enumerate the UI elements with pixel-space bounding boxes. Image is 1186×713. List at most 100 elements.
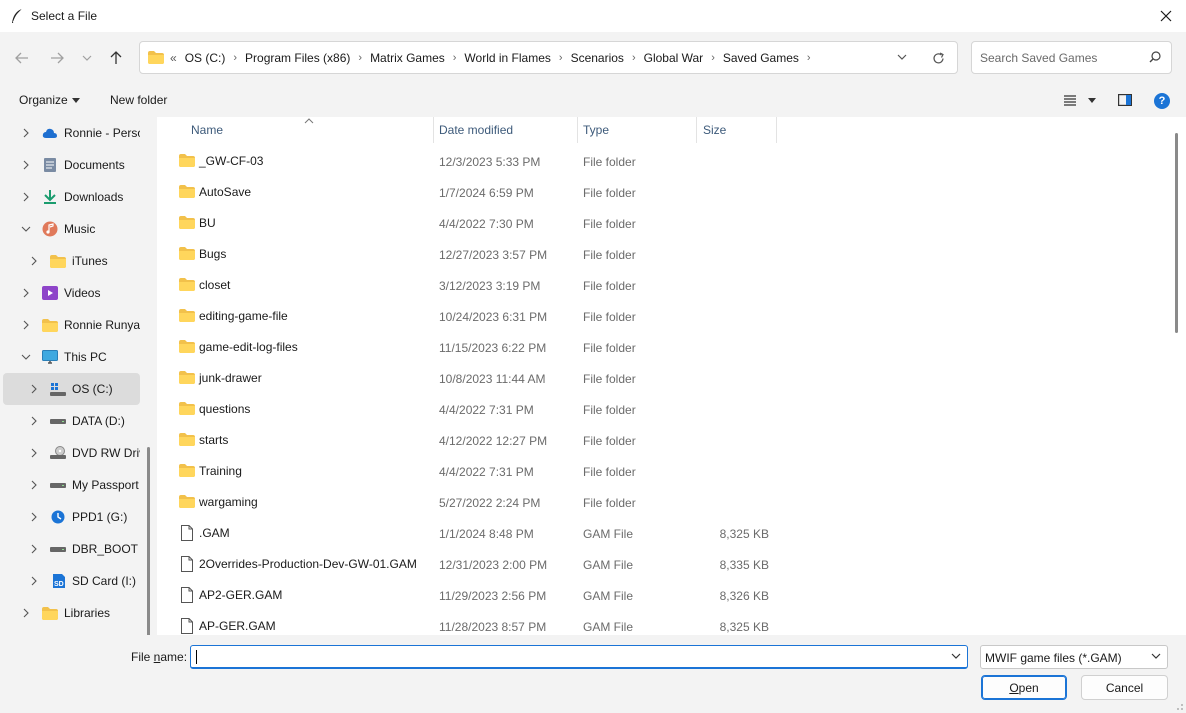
sidebar-item[interactable]: Music [3,213,140,245]
file-name-combo[interactable] [190,645,968,669]
drive-icon [50,477,66,493]
chevron-right-icon[interactable] [21,320,31,330]
view-options-caret-icon[interactable] [1088,98,1096,103]
column-header-name[interactable]: Name [191,117,431,143]
file-name-input[interactable] [195,648,935,666]
recent-locations-button[interactable] [75,46,99,70]
help-icon[interactable]: ? [1154,93,1170,109]
address-bar[interactable]: « OS (C:) › Program Files (x86) › Matrix… [139,41,958,74]
breadcrumb-item[interactable]: Global War [644,51,704,65]
file-row[interactable]: game-edit-log-files 11/15/2023 6:22 PM Fil… [157,332,1167,363]
sidebar-item[interactable]: Ronnie - Perso [3,117,140,149]
sidebar-item[interactable]: My Passport [3,469,140,501]
column-header-size[interactable]: Size [703,117,775,143]
sidebar-item[interactable]: Ronnie Runyar [3,309,140,341]
sidebar-item[interactable]: iTunes [3,245,140,277]
breadcrumb-item[interactable]: Saved Games [723,51,799,65]
cancel-button[interactable]: Cancel [1081,675,1168,700]
file-size: 8,326 KB [719,589,769,603]
resize-grip-icon[interactable] [1174,701,1184,711]
sidebar-item[interactable]: Documents [3,149,140,181]
file-row[interactable]: closet 3/12/2023 3:19 PM File folder [157,270,1167,301]
sidebar-item[interactable]: Downloads [3,181,140,213]
organize-button[interactable]: Organize [19,93,80,107]
column-header-date[interactable]: Date modified [439,117,577,143]
file-row[interactable]: 2Overrides-Production-Dev-GW-01.GAM 12/31… [157,549,1167,580]
breadcrumb-separator-icon[interactable]: › [711,52,715,64]
chevron-right-icon[interactable] [29,480,39,490]
column-divider[interactable] [577,117,578,143]
column-divider[interactable] [696,117,697,143]
chevron-down-icon[interactable] [21,352,31,362]
breadcrumb-item[interactable]: Program Files (x86) [245,51,350,65]
breadcrumb-item[interactable]: Matrix Games [370,51,445,65]
new-folder-button[interactable]: New folder [110,93,167,107]
forward-button[interactable] [45,46,69,70]
file-row[interactable]: questions 4/4/2022 7:31 PM File folder [157,394,1167,425]
breadcrumb-separator-icon[interactable]: › [632,52,636,64]
breadcrumb-separator-icon[interactable]: › [807,52,811,64]
file-row[interactable]: AutoSave 1/7/2024 6:59 PM File folder [157,177,1167,208]
chevron-right-icon[interactable] [21,288,31,298]
file-row[interactable]: AP2-GER.GAM 11/29/2023 2:56 PM GAM File 8,3… [157,580,1167,611]
file-row[interactable]: BU 4/4/2022 7:30 PM File folder [157,208,1167,239]
breadcrumb-item[interactable]: Scenarios [571,51,624,65]
chevron-right-icon[interactable] [29,256,39,266]
breadcrumb-separator-icon[interactable]: › [233,52,237,64]
chevron-right-icon[interactable] [29,576,39,586]
sidebar-item[interactable]: DVD RW Driv [3,437,140,469]
file-row[interactable]: editing-game-file 10/24/2023 6:31 PM File … [157,301,1167,332]
breadcrumb-item[interactable]: OS (C:) [185,51,226,65]
file-type-filter[interactable]: MWIF game files (*.GAM) [980,645,1168,669]
sidebar-item[interactable]: PPD1 (G:) [3,501,140,533]
close-button[interactable] [1146,0,1186,32]
address-history-button[interactable] [895,50,909,64]
chevron-right-icon[interactable] [21,128,31,138]
file-row[interactable]: junk-drawer 10/8/2023 11:44 AM File folder [157,363,1167,394]
sidebar-scrollbar[interactable] [147,447,150,635]
search-input[interactable] [980,48,1140,68]
sidebar-item[interactable]: This PC [3,341,140,373]
sidebar-item[interactable]: Libraries [3,597,140,629]
file-row[interactable]: _GW-CF-03 12/3/2023 5:33 PM File folder [157,146,1167,177]
file-row[interactable]: starts 4/12/2022 12:27 PM File folder [157,425,1167,456]
chevron-right-icon[interactable] [21,160,31,170]
chevron-right-icon[interactable] [29,512,39,522]
chevron-right-icon[interactable] [29,448,39,458]
file-icon [181,618,197,634]
file-row[interactable]: Training 4/4/2022 7:31 PM File folder [157,456,1167,487]
sidebar-item[interactable]: OS (C:) [3,373,140,405]
chevron-down-icon[interactable] [21,224,31,234]
open-button[interactable]: Open [981,675,1067,700]
chevron-right-icon[interactable] [29,416,39,426]
breadcrumb-item[interactable]: World in Flames [464,51,550,65]
file-list-scrollbar[interactable] [1175,133,1178,333]
sidebar-item[interactable]: Videos [3,277,140,309]
chevron-right-icon[interactable] [21,608,31,618]
preview-pane-icon[interactable] [1118,94,1132,106]
details-view-icon[interactable] [1063,94,1077,106]
column-divider[interactable] [433,117,434,143]
file-row[interactable]: wargaming 5/27/2022 2:24 PM File folder [157,487,1167,518]
up-button[interactable] [104,46,128,70]
breadcrumb-overflow[interactable]: « [170,51,177,65]
chevron-right-icon[interactable] [21,192,31,202]
file-name: AP2-GER.GAM [199,588,283,602]
sidebar-item[interactable]: SD SD Card (I:) [3,565,140,597]
sidebar-item[interactable]: DBR_BOOT (H [3,533,140,565]
file-row[interactable]: .GAM 1/1/2024 8:48 PM GAM File 8,325 KB [157,518,1167,549]
sidebar-item[interactable]: DATA (D:) [3,405,140,437]
search-box[interactable] [971,41,1172,74]
chevron-right-icon[interactable] [29,544,39,554]
refresh-button[interactable] [930,50,946,66]
breadcrumb-separator-icon[interactable]: › [453,52,457,64]
file-row[interactable]: AP-GER.GAM 11/28/2023 8:57 PM GAM File 8,32… [157,611,1167,635]
chevron-down-icon[interactable] [951,653,961,659]
back-button[interactable] [10,46,34,70]
column-divider[interactable] [776,117,777,143]
breadcrumb-separator-icon[interactable]: › [358,52,362,64]
chevron-right-icon[interactable] [29,384,39,394]
column-header-type[interactable]: Type [583,117,695,143]
file-row[interactable]: Bugs 12/27/2023 3:57 PM File folder [157,239,1167,270]
breadcrumb-separator-icon[interactable]: › [559,52,563,64]
